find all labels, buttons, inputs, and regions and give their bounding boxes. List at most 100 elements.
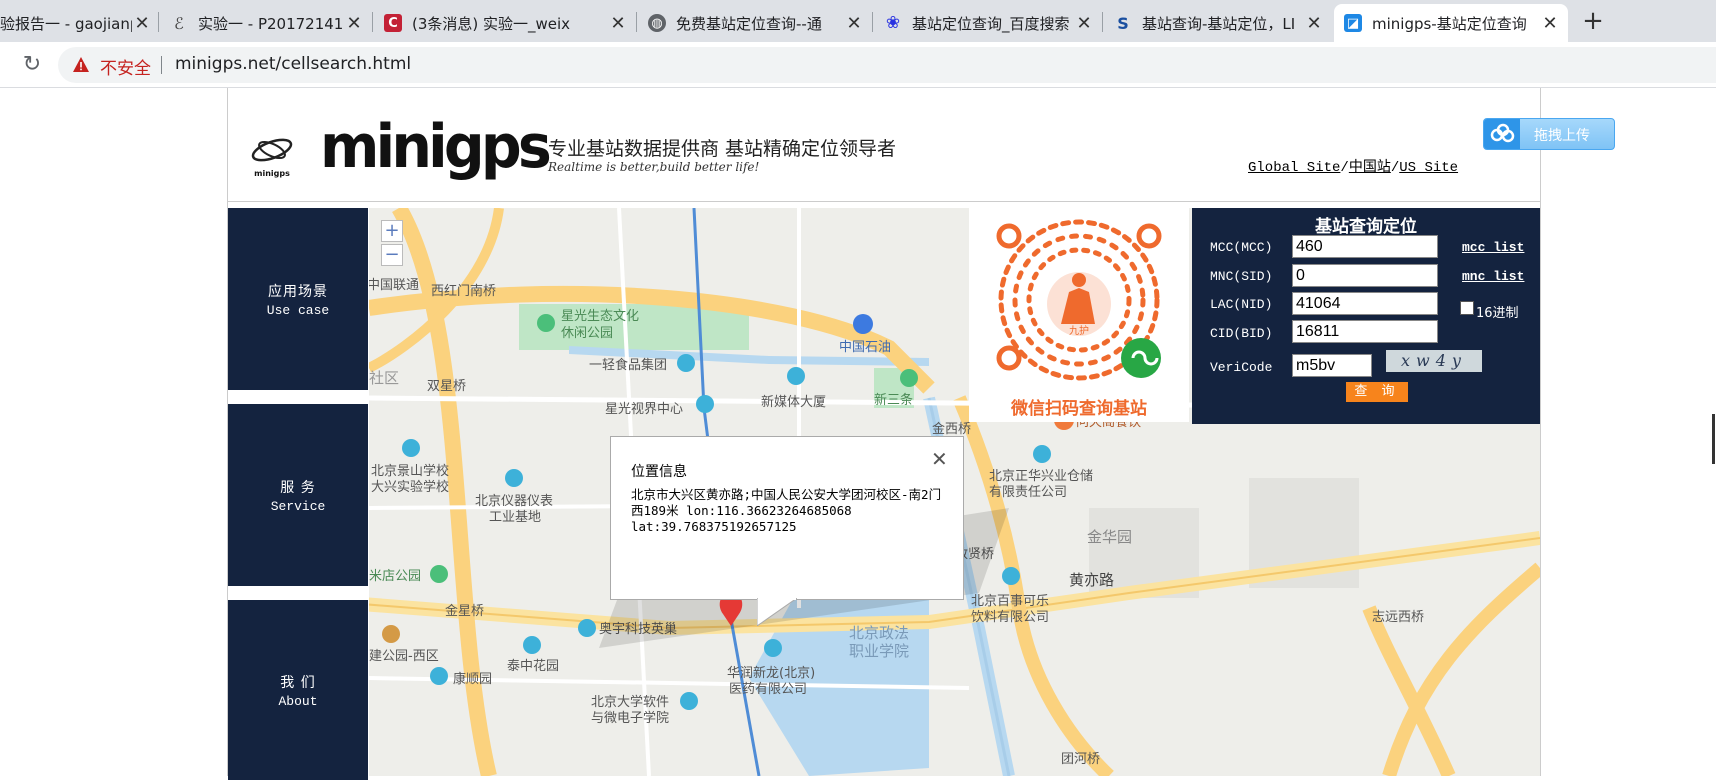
zoom-in-button[interactable]: + <box>381 220 403 242</box>
nav-label-cn: 我 们 <box>280 674 316 691</box>
browser-tab[interactable]: ℰ 实验一 - P201721410 ✕ <box>160 4 372 42</box>
nav-about[interactable]: 我 们 About <box>228 600 368 780</box>
map-label: 工业基地 <box>489 510 541 525</box>
map-label: 北京政法 <box>849 624 909 642</box>
map-label: 星光生态文化 <box>561 309 639 324</box>
minigps-logo-icon: minigps <box>251 138 293 178</box>
vericode-input[interactable]: m5bv <box>1292 354 1372 377</box>
cid-label: CID(BID) <box>1210 326 1273 341</box>
map-label: 黄亦路 <box>1069 571 1114 589</box>
map-label: 志远西桥 <box>1372 610 1424 625</box>
vericode-label: VeriCode <box>1210 360 1273 375</box>
page-container: minigps minigps 专业基站数据提供商 基站精确定位领导者 Real… <box>227 88 1541 780</box>
map-label: 新三条 <box>874 392 913 408</box>
mnc-list-link[interactable]: mnc list <box>1462 269 1524 284</box>
hex-checkbox-label: 16进制 <box>1476 306 1519 321</box>
browser-tab[interactable]: ❀ 基站定位查询_百度搜索 ✕ <box>874 4 1102 42</box>
drag-upload-button[interactable]: 拖拽上传 <box>1483 118 1615 150</box>
cid-input[interactable]: 16811 <box>1292 320 1438 343</box>
close-icon[interactable]: ✕ <box>931 447 948 471</box>
map-label: 饮料有限公司 <box>971 610 1049 625</box>
map-label: 米店公园 <box>369 569 421 584</box>
brand-name: minigps <box>320 112 552 182</box>
lac-input[interactable]: 41064 <box>1292 292 1438 315</box>
mcc-label: MCC(MCC) <box>1210 240 1273 255</box>
security-label[interactable]: 不安全 <box>100 54 151 79</box>
upload-icon <box>1484 119 1520 149</box>
map-label: 西红门南桥 <box>431 283 496 299</box>
captcha-image[interactable]: xw4y <box>1386 350 1482 372</box>
site-header: minigps minigps 专业基站数据提供商 基站精确定位领导者 Real… <box>228 88 1540 202</box>
map-label: 北京正华兴业仓储 <box>989 469 1093 484</box>
nav-use-case[interactable]: 应用场景 Use case <box>228 208 368 390</box>
lac-label: LAC(NID) <box>1210 297 1273 312</box>
mnc-label: MNC(SID) <box>1210 269 1273 284</box>
map-label: 金华园 <box>1087 528 1132 546</box>
map-label: 金星桥 <box>445 603 484 619</box>
nav-label-en: Service <box>270 498 326 514</box>
mcc-list-link[interactable]: mcc list <box>1462 240 1524 255</box>
global-site-link[interactable]: Global Site <box>1248 160 1340 176</box>
browser-tab[interactable]: ◍ 免费基站定位查询--通 ✕ <box>638 4 872 42</box>
tab-title: 基站查询-基站定位，LI <box>1142 14 1296 33</box>
address-bar: ↻ 不安全 minigps.net/cellsearch.html <box>0 42 1716 88</box>
china-site-link[interactable]: 中国站 <box>1349 160 1391 176</box>
map-label: 双星桥 <box>427 379 466 394</box>
tab-title: minigps-基站定位查询 <box>1372 14 1527 33</box>
browser-tab[interactable]: C (3条消息) 实验一_weix ✕ <box>374 4 636 42</box>
tab-close-icon[interactable]: ✕ <box>132 13 152 34</box>
nav-label-cn: 应用场景 <box>268 283 328 300</box>
nav-service[interactable]: 服 务 Service <box>228 404 368 586</box>
tab-close-icon[interactable]: ✕ <box>608 13 628 34</box>
map-label: 大兴实验学校 <box>371 479 449 495</box>
qr-caption: 微信扫码查询基站 <box>1011 399 1147 419</box>
page-scrollbar[interactable] <box>1712 414 1715 464</box>
map-label: 金西桥 <box>932 421 971 437</box>
mcc-input[interactable]: 460 <box>1292 235 1438 258</box>
query-submit-button[interactable]: 查 询 <box>1346 382 1408 402</box>
us-site-link[interactable]: US Site <box>1399 160 1458 176</box>
map-label: 休闲公园 <box>561 326 613 341</box>
minigps-icon: ◪ <box>1344 14 1362 32</box>
map-label: 与微电子学院 <box>591 710 669 726</box>
new-tab-button[interactable]: + <box>1578 6 1608 36</box>
tab-close-icon[interactable]: ✕ <box>1540 13 1560 34</box>
site-links: Global Site/中国站/US Site <box>1248 160 1459 176</box>
tab-title: 免费基站定位查询--通 <box>676 14 822 33</box>
map-label: 职业学院 <box>849 642 909 660</box>
zoom-out-button[interactable]: − <box>381 244 403 266</box>
nav-label-en: About <box>278 693 318 709</box>
map-label: 北京百事可乐 <box>971 594 1049 609</box>
tab-title: 基站定位查询_百度搜索 <box>912 14 1070 33</box>
omnibox[interactable]: 不安全 minigps.net/cellsearch.html <box>58 47 1716 83</box>
map-label: 星光视界中心 <box>605 402 683 417</box>
tab-title: 实验一 - P201721410 <box>198 14 344 33</box>
nav-label-en: Use case <box>266 302 330 318</box>
warning-icon <box>73 57 89 72</box>
slogan: 专业基站数据提供商 基站精确定位领导者 <box>548 138 897 160</box>
url-text[interactable]: minigps.net/cellsearch.html <box>175 54 411 74</box>
map-label: 社区 <box>369 369 399 387</box>
tab-close-icon[interactable]: ✕ <box>1304 13 1324 34</box>
map-label: 医药有限公司 <box>729 682 807 697</box>
qr-badge: 九护 <box>1069 324 1089 337</box>
mnc-input[interactable]: 0 <box>1292 264 1438 287</box>
tab-close-icon[interactable]: ✕ <box>344 13 364 34</box>
map-label: 华润新龙(北京) <box>727 665 815 681</box>
browser-tab-active[interactable]: ◪ minigps-基站定位查询 ✕ <box>1334 4 1568 42</box>
hex-checkbox[interactable] <box>1460 301 1474 315</box>
tab-close-icon[interactable]: ✕ <box>844 13 864 34</box>
browser-tab[interactable]: S 基站查询-基站定位，LI ✕ <box>1104 4 1332 42</box>
popup-lon: lon:116.36623264685068 <box>686 503 852 518</box>
popup-pointer <box>757 598 797 626</box>
map-label: 北京仪器仪表 <box>475 494 553 509</box>
browser-tab[interactable]: 验报告一 - gaojianp ✕ <box>0 4 160 42</box>
reload-icon[interactable]: ↻ <box>18 51 46 79</box>
map-label: 北京大学软件 <box>591 694 669 710</box>
tab-close-icon[interactable]: ✕ <box>1074 13 1094 34</box>
wechat-qr-icon: 九护 <box>996 219 1162 381</box>
sp-icon: ℰ <box>174 13 184 33</box>
tab-title: 验报告一 - gaojianp <box>0 14 132 33</box>
location-info-popup: 位置信息 ✕ 北京市大兴区黄亦路;中国人民公安大学团河校区-南2门西189米 l… <box>610 436 964 626</box>
map-label: 建公园-西区 <box>369 649 439 664</box>
